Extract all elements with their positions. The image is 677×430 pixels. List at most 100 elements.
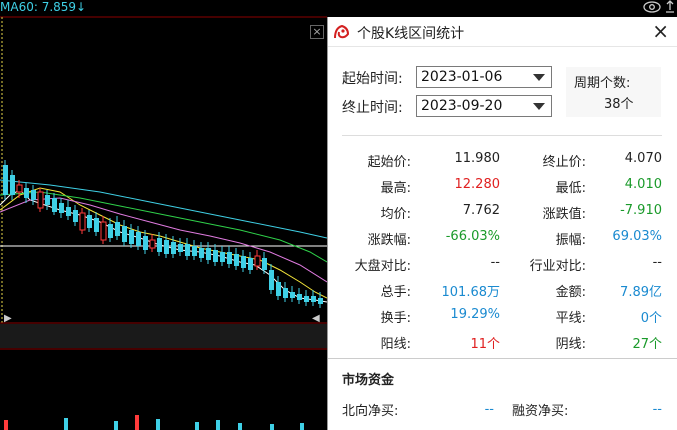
- candle-body: [262, 258, 267, 270]
- candle-body: [213, 250, 218, 262]
- candle-body: [304, 296, 309, 302]
- yang-count-value: 11个: [470, 337, 500, 352]
- northbound-value: --: [484, 402, 494, 417]
- candle-body: [10, 175, 15, 195]
- kline-chart[interactable]: ▶ ◀ MA60: 7.859↓ ×: [0, 0, 327, 430]
- candle-body: [241, 256, 246, 268]
- amplitude-value: 69.03%: [612, 229, 662, 244]
- volume-bar: [300, 423, 304, 430]
- divider: [342, 135, 662, 136]
- interval-stats-dialog: 个股K线区间统计 × 起始时间: 2023-01-06 终止时间: 2023-0…: [327, 17, 677, 430]
- market-compare-value: --: [490, 255, 500, 270]
- volume-bars: [4, 415, 304, 430]
- volume-bar: [270, 424, 274, 430]
- yin-count-value: 27个: [632, 337, 662, 352]
- eye-icon[interactable]: [643, 0, 661, 14]
- candle-body: [94, 218, 99, 232]
- yang-count-label: 阳线:: [380, 337, 411, 352]
- candle-body: [290, 292, 295, 298]
- volume-bar: [216, 420, 220, 430]
- candle-body: [37, 191, 44, 209]
- margin-label: 融资净买:: [512, 404, 569, 419]
- avg-price-value: 7.762: [462, 203, 500, 218]
- candle-body: [143, 236, 148, 250]
- close-price-value: 4.070: [624, 151, 662, 166]
- candle-body: [3, 165, 8, 195]
- scroll-right-icon[interactable]: ◀: [312, 313, 320, 324]
- candle-body: [100, 221, 107, 241]
- dialog-close-button[interactable]: ×: [652, 21, 669, 41]
- volume-bar: [135, 415, 139, 430]
- candle-body: [199, 248, 204, 258]
- chart-close-button[interactable]: ×: [310, 25, 324, 39]
- low-value: 4.010: [624, 177, 662, 192]
- end-time-select[interactable]: 2023-09-20: [416, 95, 552, 117]
- avg-price-label: 均价:: [380, 207, 411, 222]
- market-compare-label: 大盘对比:: [354, 259, 411, 274]
- change-value: -7.910: [620, 203, 662, 218]
- ma60-value: MA60: 7.859: [0, 0, 77, 14]
- candle-body: [171, 242, 176, 254]
- candle-body: [129, 230, 134, 244]
- volume-bar: [238, 423, 242, 430]
- start-time-select[interactable]: 2023-01-06: [416, 66, 552, 88]
- candle-body: [31, 190, 36, 200]
- candle-body: [318, 298, 323, 304]
- chevron-down-icon: [533, 103, 545, 110]
- chart-scroll-strip: [0, 324, 327, 348]
- candle-body: [164, 240, 169, 254]
- candle-body: [185, 244, 190, 256]
- ma60-trend-arrow: ↓: [76, 0, 87, 14]
- end-time-label: 终止时间:: [342, 100, 403, 116]
- start-time-label: 起始时间:: [342, 71, 403, 87]
- candle-body: [16, 184, 23, 193]
- candle-body: [122, 226, 127, 242]
- open-price-label: 起始价:: [367, 155, 411, 170]
- kline-chart-canvas: ▶ ◀: [0, 16, 327, 430]
- candle-body: [108, 224, 113, 238]
- candle-body: [178, 244, 183, 252]
- volume-bar: [4, 420, 8, 430]
- candle-body: [283, 288, 288, 298]
- northbound-label: 北向净买:: [342, 404, 399, 419]
- candle-body: [227, 252, 232, 264]
- ma60-label: MA60: 7.859↓: [0, 0, 86, 14]
- candle-body: [220, 252, 225, 262]
- candle-body: [297, 294, 302, 300]
- candle-body: [276, 282, 281, 296]
- chevron-down-icon: [533, 74, 545, 81]
- period-count-value: 38个: [604, 97, 634, 112]
- candle-body: [73, 210, 78, 222]
- divider: [328, 358, 677, 359]
- total-volume-value: 101.68万: [441, 285, 501, 300]
- total-volume-label: 总手:: [380, 285, 411, 300]
- scroll-left-icon[interactable]: ▶: [4, 313, 12, 324]
- candle-body: [136, 232, 141, 246]
- period-count-box: 周期个数: 38个: [566, 67, 661, 117]
- candle-body: [52, 198, 57, 212]
- more-icon[interactable]: [663, 0, 677, 14]
- candle-body: [248, 258, 253, 270]
- app-logo-icon: [334, 24, 350, 39]
- market-funds-title: 市场资金: [342, 373, 395, 388]
- candle-body: [192, 246, 197, 256]
- candle-body: [87, 215, 92, 228]
- open-price-value: 11.980: [454, 151, 501, 166]
- volume-bar: [64, 418, 68, 430]
- dialog-title-bar[interactable]: 个股K线区间统计 ×: [328, 17, 677, 47]
- volume-bar: [156, 419, 160, 430]
- flat-count-value: 0个: [640, 311, 662, 326]
- start-time-value: 2023-01-06: [421, 69, 503, 85]
- amount-value: 7.89亿: [620, 285, 662, 300]
- end-time-value: 2023-09-20: [421, 98, 503, 114]
- volume-bar: [195, 422, 199, 430]
- candle-body: [66, 207, 71, 216]
- dialog-title: 个股K线区间统计: [357, 26, 465, 42]
- period-count-label: 周期个数:: [574, 76, 631, 91]
- candle-body: [149, 239, 156, 249]
- candle-body: [269, 270, 274, 290]
- volume-bar: [114, 421, 118, 430]
- candle-body: [59, 203, 64, 213]
- candle-body: [254, 255, 261, 267]
- candle-body: [206, 248, 211, 260]
